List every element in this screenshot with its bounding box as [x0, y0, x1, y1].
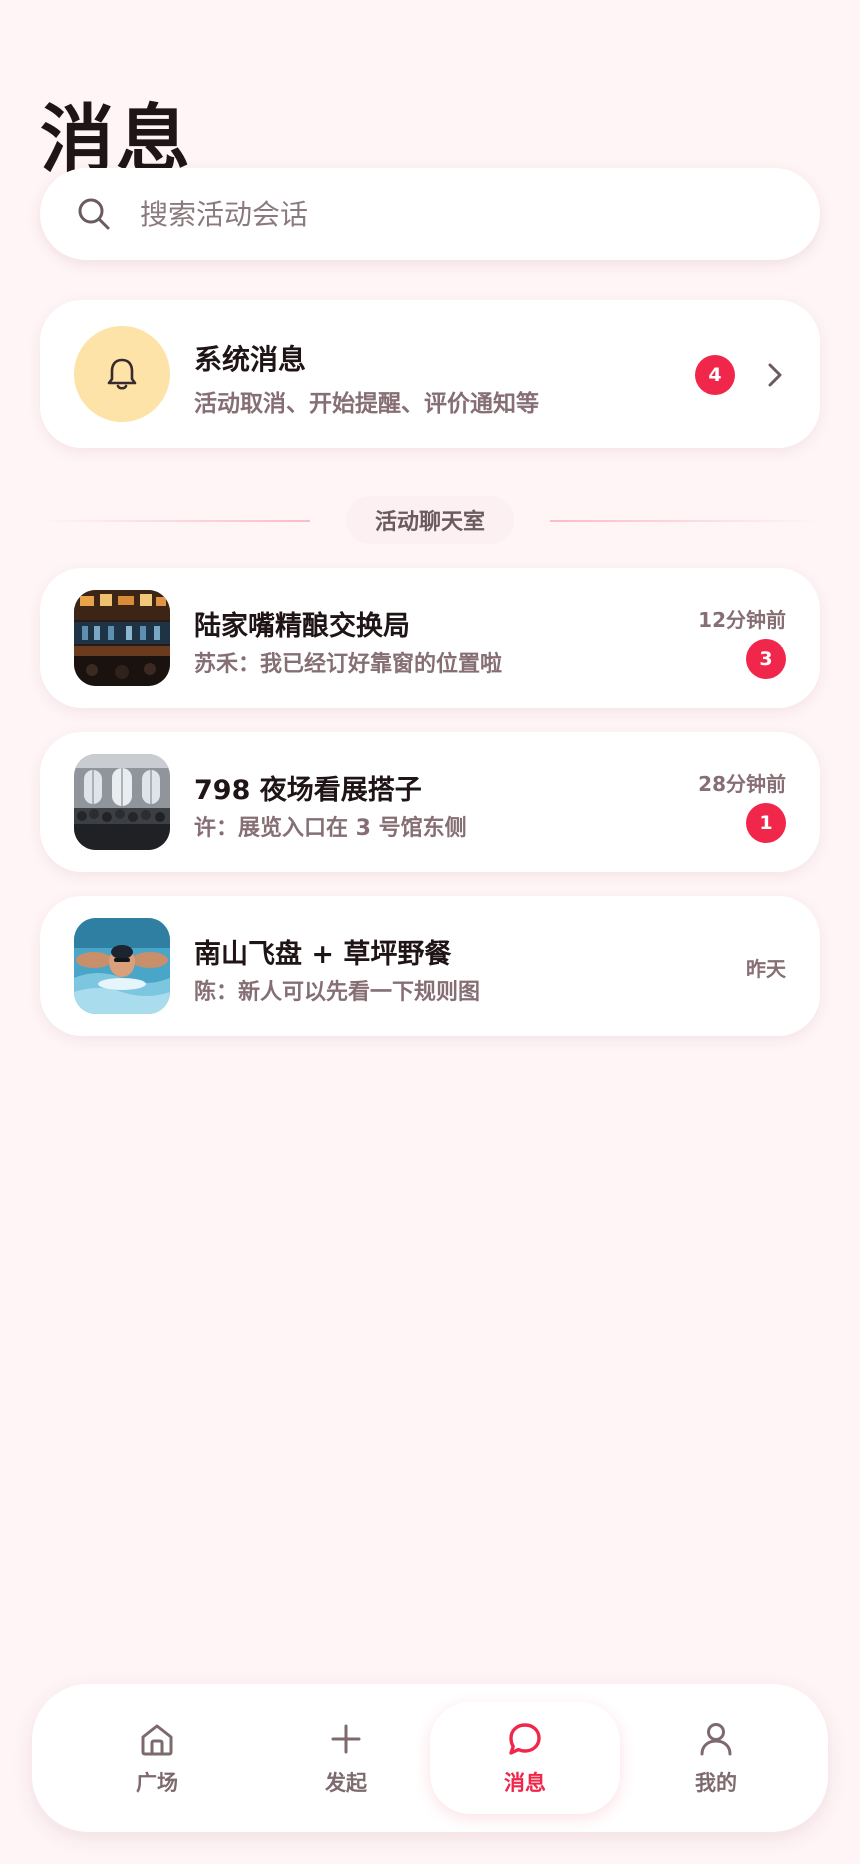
chat-room-thumbnail: [74, 754, 170, 850]
unread-badge: 1: [746, 803, 786, 843]
tab-label: 发起: [325, 1771, 367, 1795]
bottom-tab-bar: 广场 发起 消息 我的: [32, 1684, 828, 1832]
chat-room-title: 南山飞盘 + 草坪野餐: [194, 939, 452, 970]
tab-label: 广场: [136, 1771, 178, 1795]
chat-room-last-message: 陈：新人可以先看一下规则图: [194, 980, 481, 1005]
system-messages-card[interactable]: 系统消息 活动取消、开始提醒、评价通知等 4: [40, 300, 820, 448]
chat-bubble-icon: [509, 1723, 541, 1755]
chat-room-time: 12分钟前: [698, 608, 786, 632]
tab-messages[interactable]: 消息: [430, 1702, 620, 1814]
tab-mine[interactable]: 我的: [621, 1702, 811, 1814]
chat-room-item[interactable]: 798 夜场看展搭子 许：展览入口在 3 号馆东侧 28分钟前 1: [40, 732, 820, 872]
chat-room-last-message: 苏禾：我已经订好靠窗的位置啦: [194, 652, 503, 677]
swimmer-photo: [74, 918, 170, 1014]
unread-badge: 3: [746, 639, 786, 679]
chat-room-title: 陆家嘴精酿交换局: [194, 611, 410, 642]
system-avatar: [74, 326, 170, 422]
chevron-right-icon[interactable]: [758, 358, 792, 392]
search-icon: [78, 198, 110, 230]
tab-label: 我的: [695, 1771, 737, 1795]
unread-badge: 4: [695, 355, 735, 395]
home-icon: [141, 1724, 173, 1756]
tab-create[interactable]: 发起: [251, 1702, 441, 1814]
user-icon: [700, 1723, 732, 1756]
bell-icon: [107, 358, 137, 390]
search-input[interactable]: [138, 196, 782, 232]
chat-room-title: 798 夜场看展搭子: [194, 775, 422, 806]
chat-room-list: 陆家嘴精酿交换局 苏禾：我已经订好靠窗的位置啦 12分钟前 3 798 夜场看展…: [40, 568, 820, 1060]
divider-line-right: [550, 520, 820, 522]
system-messages-subtitle: 活动取消、开始提醒、评价通知等: [194, 391, 539, 417]
bar-interior-photo: [74, 590, 170, 686]
tab-label: 消息: [504, 1771, 546, 1795]
chat-room-thumbnail: [74, 918, 170, 1014]
chat-room-time: 28分钟前: [698, 772, 786, 796]
divider-line-left: [40, 520, 310, 522]
section-divider: 活动聊天室: [40, 496, 820, 546]
search-bar[interactable]: [40, 168, 820, 260]
exhibition-hall-photo: [74, 754, 170, 850]
system-messages-title: 系统消息: [194, 343, 307, 376]
chat-room-item[interactable]: 陆家嘴精酿交换局 苏禾：我已经订好靠窗的位置啦 12分钟前 3: [40, 568, 820, 708]
plus-icon: [331, 1724, 361, 1754]
chat-room-item[interactable]: 南山飞盘 + 草坪野餐 陈：新人可以先看一下规则图 昨天: [40, 896, 820, 1036]
chat-room-time: 昨天: [746, 957, 786, 981]
chat-room-thumbnail: [74, 590, 170, 686]
section-label: 活动聊天室: [346, 496, 514, 544]
chat-room-last-message: 许：展览入口在 3 号馆东侧: [194, 816, 467, 841]
tab-home[interactable]: 广场: [62, 1702, 252, 1814]
